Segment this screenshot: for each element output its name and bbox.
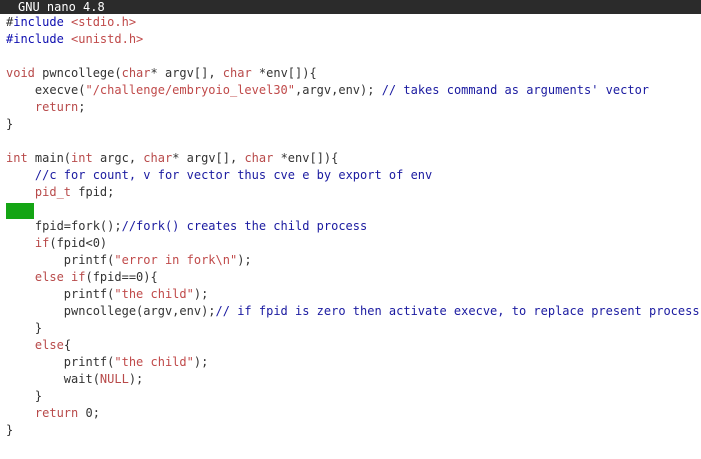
code-token: ); [193,287,209,301]
code-token: ); [128,372,144,386]
text-editor-area[interactable]: #include <stdio.h> #include <unistd.h> voi… [6,14,701,459]
code-token: fpid=fork(); [6,219,122,233]
code-token: include [13,15,72,29]
code-line[interactable]: execve("/challenge/embryoio_level30",arg… [6,82,649,99]
code-token: printf( [6,355,115,369]
code-token: else [34,338,64,352]
code-token: int [6,151,35,165]
code-token: *env[]){ [251,66,317,80]
code-token: return [34,100,79,114]
code-line[interactable]: pid_t fpid; [6,184,114,201]
code-line[interactable]: return 0; [6,405,100,422]
code-token: pwncollege( [42,66,122,80]
code-token: (fpid<0) [49,236,108,250]
code-line[interactable]: } [6,320,42,337]
title-bar: GNU nano 4.8 [0,0,701,14]
code-token: char [244,151,274,165]
code-token: } [6,117,14,131]
code-token: wait( [6,372,100,386]
code-line[interactable]: } [6,422,13,439]
code-line[interactable]: wait(NULL); [6,371,143,388]
code-token: printf( [6,253,115,267]
code-token: int [71,151,100,165]
code-line[interactable]: //c for count, v for vector thus cve e b… [6,167,432,184]
code-token: else if [34,270,86,284]
code-line[interactable]: if(fpid<0) [6,235,107,252]
code-token: // takes command as arguments' vector [381,83,650,97]
code-token: <stdio.h> [71,15,137,29]
code-token: return [34,406,86,420]
code-token: * argv[], [150,66,223,80]
code-token: "the child" [114,355,194,369]
code-token: printf( [6,287,115,301]
code-line[interactable]: } [6,116,13,133]
code-token: #include [6,32,72,46]
code-token: 0; [85,406,100,420]
code-line[interactable]: else if(fpid==0){ [6,269,158,286]
code-line[interactable]: return; [6,99,86,116]
code-line[interactable]: fpid=fork();//fork() creates the child p… [6,218,367,235]
code-token: NULL [99,372,129,386]
code-token: execve( [6,83,86,97]
code-line[interactable]: #include <stdio.h> [6,14,136,31]
code-token: char [121,66,151,80]
code-token: argc, [99,151,144,165]
code-token: // if fpid is zero then activate execve,… [215,304,700,318]
code-line[interactable]: int main(int argc, char* argv[], char *e… [6,150,338,167]
code-token: ); [237,253,252,267]
code-token: { [63,338,72,352]
code-line[interactable]: pwncollege(argv,env);// if fpid is zero … [6,303,700,320]
code-token: * argv[], [172,151,245,165]
code-token: ,argv,env); [295,83,382,97]
code-token: } [6,321,43,335]
code-token: //c for count, v for vector thus cve e b… [34,168,433,182]
code-token: pid_t [34,185,72,199]
code-token: char [222,66,252,80]
code-token: "the child" [114,287,194,301]
code-token: main( [34,151,72,165]
code-token: //fork() creates the child process [121,219,368,233]
code-line[interactable]: printf("the child"); [6,354,209,371]
code-token: (fpid==0){ [85,270,158,284]
code-token: void [6,66,43,80]
code-token: pwncollege(argv,env); [6,304,216,318]
code-token: *env[]){ [273,151,339,165]
code-token: if [34,236,50,250]
code-token: fpid; [71,185,115,199]
code-token: ); [193,355,209,369]
text-cursor [6,203,34,219]
code-token: char [143,151,173,165]
code-line[interactable]: else{ [6,337,71,354]
code-token: } [6,389,43,403]
code-token: <unistd.h> [71,32,144,46]
code-token: "/challenge/embryoio_level30" [85,83,295,97]
code-token: ; [78,100,86,114]
code-token: } [6,423,14,437]
code-line[interactable]: printf("the child"); [6,286,209,303]
code-line[interactable]: printf("error in fork\n"); [6,252,252,269]
code-line[interactable]: } [6,388,42,405]
window-title: GNU nano 4.8 [18,0,105,14]
code-line[interactable]: #include <unistd.h> [6,31,143,48]
code-line[interactable]: void pwncollege(char* argv[], char *env[… [6,65,317,82]
code-token: "error in fork\n" [114,253,238,267]
